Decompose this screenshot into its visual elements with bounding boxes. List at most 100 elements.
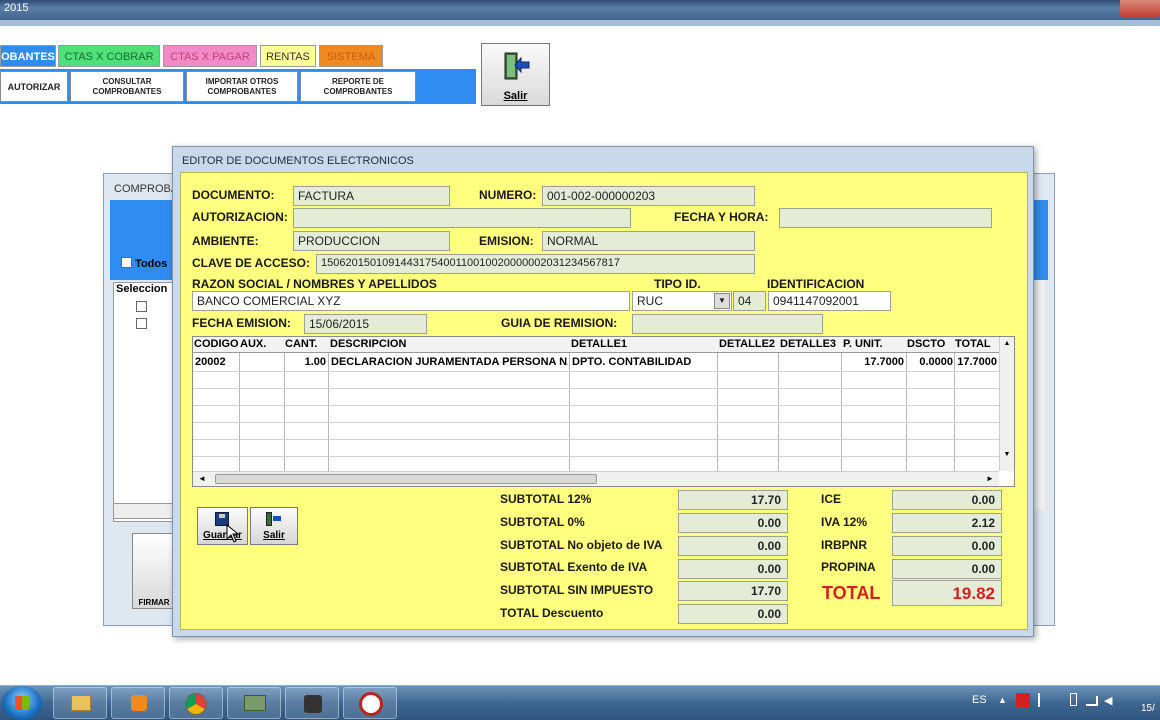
subtotal-no-objeto-field[interactable]: 0.00 <box>678 536 788 556</box>
language-indicator[interactable]: ES <box>972 694 987 706</box>
row-checkbox[interactable] <box>136 318 147 329</box>
grid-row-line <box>193 405 999 406</box>
system-tray: ▲ ◀ <box>996 690 1116 716</box>
clave-acceso-field[interactable]: 1506201501091443175400110010020000002031… <box>316 254 755 274</box>
col-header-detalle1[interactable]: DETALLE1 <box>571 338 627 350</box>
subtotal-12-field[interactable]: 17.70 <box>678 490 788 510</box>
tab-ctas-pagar[interactable]: CTAS X PAGAR <box>163 45 257 67</box>
guia-remision-field[interactable] <box>632 314 823 334</box>
irbpnr-field[interactable]: 0.00 <box>892 536 1002 556</box>
chrome-taskbar-icon[interactable] <box>169 687 223 719</box>
todos-label: Todos <box>135 258 168 270</box>
tab-comprobantes[interactable]: OBANTES <box>0 45 56 67</box>
propina-field[interactable]: 0.00 <box>892 559 1002 579</box>
volume-icon[interactable]: ◀ <box>1104 694 1112 707</box>
chevron-up-icon[interactable]: ▲ <box>998 695 1007 705</box>
clock[interactable]: 15/ <box>1141 703 1155 714</box>
bg-right-scrollbar[interactable] <box>1033 280 1045 510</box>
col-header-dscto[interactable]: DSCTO <box>907 338 945 350</box>
scroll-left-icon[interactable]: ◄ <box>198 474 206 483</box>
iva-12-field[interactable]: 2.12 <box>892 513 1002 533</box>
cell-punit[interactable]: 17.7000 <box>843 356 904 368</box>
col-header-descripcion[interactable]: DESCRIPCION <box>330 338 406 350</box>
tipo-id-code-field[interactable]: 04 <box>733 291 766 311</box>
salir-dialog-button[interactable]: Salir <box>250 507 298 545</box>
grid-vertical-scrollbar[interactable]: ▲ ▼ <box>999 337 1014 471</box>
window-title: 2015 <box>4 2 29 14</box>
cell-detalle1[interactable]: DPTO. CONTABILIDAD <box>572 356 691 368</box>
tab-sistema[interactable]: SISTEMA <box>319 45 383 67</box>
ice-field[interactable]: 0.00 <box>892 490 1002 510</box>
col-header-detalle3[interactable]: DETALLE3 <box>780 338 836 350</box>
total-descuento-field[interactable]: 0.00 <box>678 604 788 624</box>
battery-icon[interactable] <box>1070 693 1077 706</box>
tipo-id-select[interactable]: RUC ▼ <box>632 291 732 311</box>
consultar-comprobantes-button[interactable]: CONSULTAR COMPROBANTES <box>70 71 184 102</box>
subtotal-sin-impuesto-label: SUBTOTAL SIN IMPUESTO <box>500 583 654 597</box>
scroll-down-icon[interactable]: ▼ <box>1000 451 1014 458</box>
signal-icon[interactable] <box>1086 696 1098 706</box>
row-checkbox[interactable] <box>136 301 147 312</box>
cell-descripcion[interactable]: DECLARACION JURAMENTADA PERSONA NA <box>331 356 568 368</box>
reporte-comprobantes-button[interactable]: REPORTE DE COMPROBANTES <box>300 71 416 102</box>
system-app-taskbar-icon[interactable] <box>343 687 397 719</box>
salir-main-button[interactable]: Salir <box>481 43 550 106</box>
numero-field[interactable]: 001-002-000000203 <box>542 186 755 206</box>
tab-ctas-cobrar[interactable]: CTAS X COBRAR <box>58 45 160 67</box>
irbpnr-label: IRBPNR <box>821 538 868 552</box>
grid-row-line <box>193 422 999 423</box>
tab-rentas[interactable]: RENTAS <box>260 45 316 67</box>
chevron-down-icon[interactable]: ▼ <box>714 293 730 309</box>
acrobat-icon[interactable] <box>1016 693 1030 707</box>
start-button[interactable] <box>2 686 42 720</box>
col-header-punit[interactable]: P. UNIT. <box>843 338 883 350</box>
subtotal-sin-impuesto-field[interactable]: 17.70 <box>678 581 788 601</box>
grid-horizontal-scrollbar[interactable]: ◄ ► <box>193 471 999 486</box>
grid-row-line <box>193 388 999 389</box>
exit-door-icon <box>504 52 529 80</box>
grand-total-field[interactable]: 19.82 <box>892 580 1002 606</box>
cell-total[interactable]: 17.7000 <box>955 356 997 368</box>
firmar-button[interactable]: FIRMAR <box>132 533 176 609</box>
ambiente-field[interactable]: PRODUCCION <box>293 231 450 251</box>
col-header-aux[interactable]: AUX. <box>240 338 266 350</box>
emision-field[interactable]: NORMAL <box>542 231 755 251</box>
fecha-emision-field[interactable]: 15/06/2015 <box>304 314 427 334</box>
scroll-up-icon[interactable]: ▲ <box>1000 340 1014 347</box>
cell-dscto[interactable]: 0.0000 <box>907 356 953 368</box>
seleccion-header: Seleccion <box>116 283 168 295</box>
col-header-detalle2[interactable]: DETALLE2 <box>719 338 775 350</box>
ice-label: ICE <box>821 492 842 506</box>
subtotal-exento-field[interactable]: 0.00 <box>678 559 788 579</box>
identificacion-field[interactable]: 0941147092001 <box>768 291 891 311</box>
subtotal-12-label: SUBTOTAL 12% <box>500 492 592 506</box>
camera-taskbar-icon[interactable] <box>285 687 339 719</box>
scroll-thumb[interactable] <box>215 474 597 484</box>
col-header-cant[interactable]: CANT. <box>285 338 317 350</box>
bg-scrollbar[interactable] <box>113 503 173 519</box>
col-header-total[interactable]: TOTAL <box>955 338 991 350</box>
flag-icon[interactable] <box>1038 693 1050 707</box>
autorizacion-field[interactable] <box>293 208 631 228</box>
grid-row-line <box>193 371 999 372</box>
grid-row-line <box>193 456 999 457</box>
fecha-hora-field[interactable] <box>779 208 992 228</box>
importar-comprobantes-button[interactable]: IMPORTAR OTROS COMPROBANTES <box>186 71 298 102</box>
explorer-taskbar-icon[interactable] <box>53 687 107 719</box>
scroll-right-icon[interactable]: ► <box>986 474 994 483</box>
fecha-emision-label: FECHA EMISION: <box>192 316 291 330</box>
propina-label: PROPINA <box>821 560 876 574</box>
documento-field[interactable]: FACTURA <box>293 186 450 206</box>
razon-social-label: RAZON SOCIAL / NOMBRES Y APELLIDOS <box>192 277 437 291</box>
subtotal-0-field[interactable]: 0.00 <box>678 513 788 533</box>
todos-checkbox[interactable]: Todos <box>121 257 167 270</box>
autorizar-button[interactable]: AUTORIZAR <box>0 71 68 102</box>
cell-codigo[interactable]: 20002 <box>195 356 226 368</box>
razon-social-field[interactable]: BANCO COMERCIAL XYZ <box>192 291 630 311</box>
app-taskbar-icon[interactable] <box>227 687 281 719</box>
close-window-button[interactable] <box>1120 0 1160 18</box>
cell-cant[interactable]: 1.00 <box>286 356 326 368</box>
col-header-codigo[interactable]: CODIGO <box>194 338 239 350</box>
tipo-id-value: RUC <box>637 294 663 308</box>
media-player-taskbar-icon[interactable] <box>111 687 165 719</box>
